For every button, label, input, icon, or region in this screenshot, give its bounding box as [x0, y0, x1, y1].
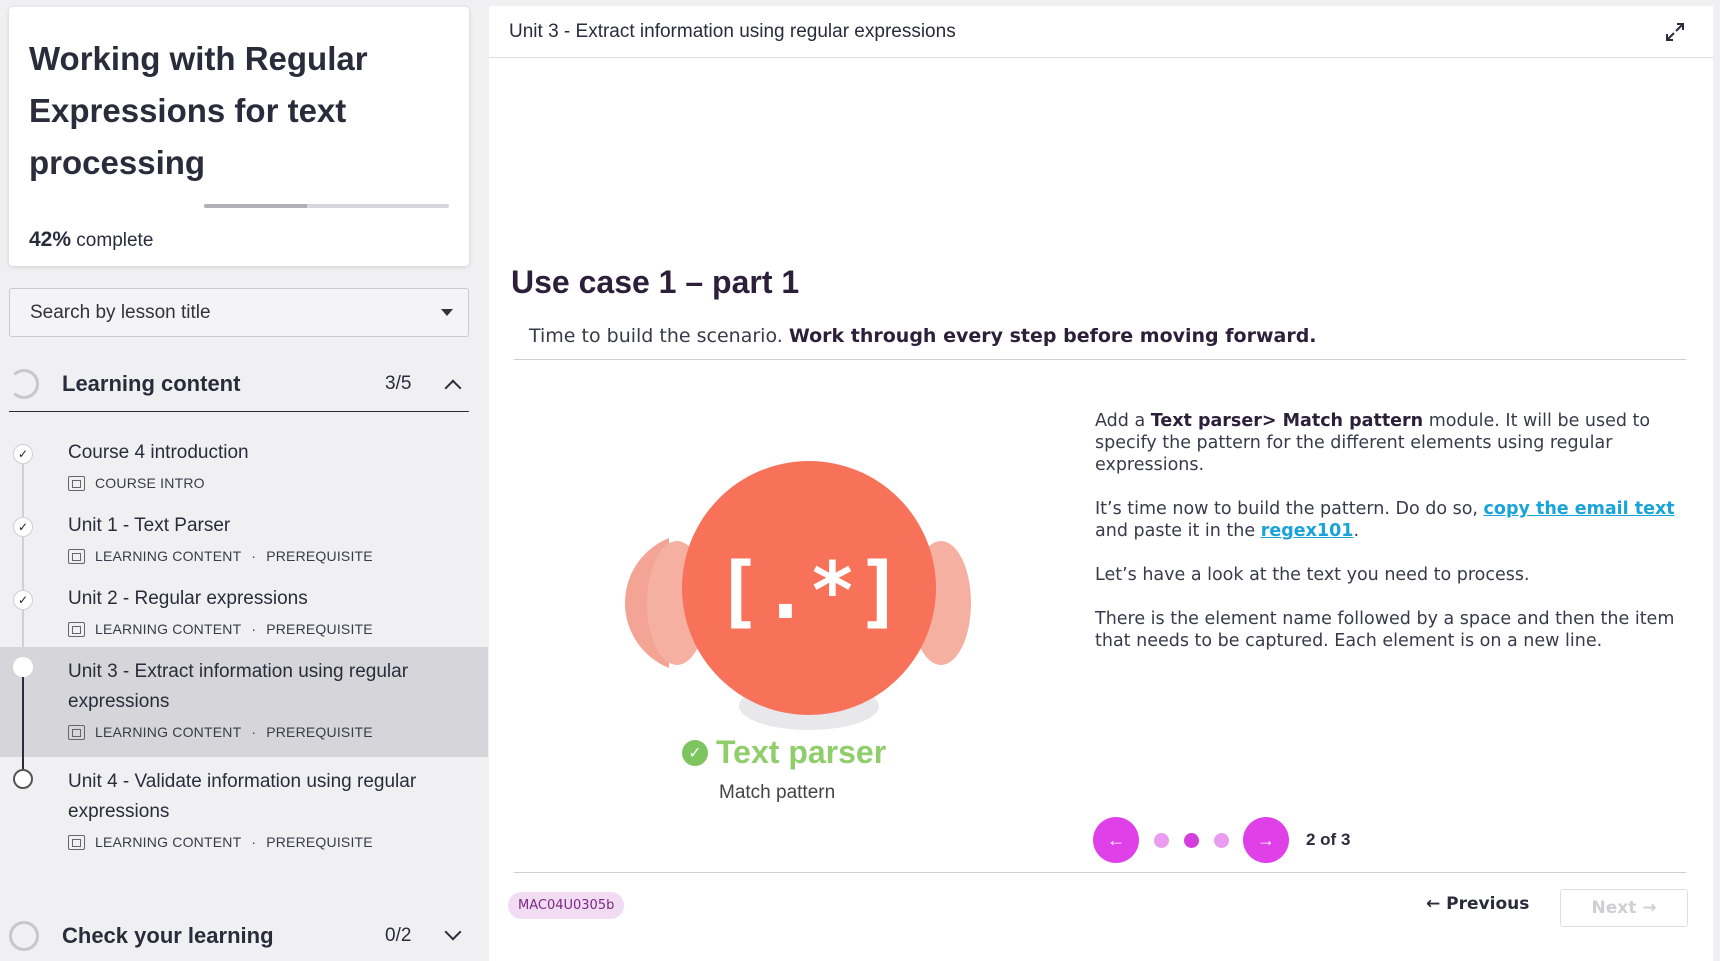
- document-icon: [68, 475, 85, 491]
- meta-separator: ·: [251, 548, 257, 564]
- lesson-connector: [22, 757, 24, 769]
- course-progress-fill: [204, 204, 307, 208]
- lesson-content-panel: Unit 3 - Extract information using regul…: [489, 6, 1713, 961]
- check-icon: ✓: [13, 590, 33, 610]
- slide-pager: ← → 2 of 3: [1093, 816, 1350, 864]
- chevron-up-icon[interactable]: [444, 379, 462, 397]
- course-title: Working with Regular Expressions for tex…: [29, 40, 368, 181]
- slides-icon: [68, 834, 85, 850]
- check-icon: ✓: [13, 517, 33, 537]
- lesson-type: LEARNING CONTENT: [95, 834, 242, 850]
- lesson-item-unit-3[interactable]: Unit 3 - Extract information using regul…: [0, 647, 488, 757]
- illustration-glyph: [.*]: [715, 547, 903, 637]
- lesson-title: Unit 1 - Text Parser: [68, 515, 231, 536]
- lesson-prereq: PREREQUISITE: [266, 834, 373, 850]
- slide-dot[interactable]: [1214, 832, 1229, 848]
- unit-header: Unit 3 - Extract information using regul…: [489, 6, 1713, 58]
- empty-circle-icon: [13, 769, 33, 789]
- lesson-meta: LEARNING CONTENT · PREREQUISITE: [68, 621, 373, 637]
- lesson-item-unit-1[interactable]: ✓ Unit 1 - Text Parser LEARNING CONTENT …: [0, 495, 488, 575]
- slide-dot[interactable]: [1154, 832, 1169, 848]
- unit-title: Unit 3 - Extract information using regul…: [509, 20, 956, 42]
- course-card: Working with Regular Expressions for tex…: [9, 7, 469, 266]
- lesson-body: Add a Text parser> Match pattern module.…: [1095, 410, 1695, 674]
- divider: [514, 872, 1686, 873]
- paragraph-3: Let’s have a look at the text you need t…: [1095, 565, 1530, 585]
- slides-icon: [68, 724, 85, 740]
- section-count: 3/5: [385, 372, 412, 394]
- check-icon: ✓: [13, 444, 33, 464]
- lesson-search-dropdown[interactable]: Search by lesson title: [9, 288, 469, 337]
- lesson-prereq: PREREQUISITE: [266, 621, 373, 637]
- lesson-connector: [22, 667, 24, 757]
- intro-text: Time to build the scenario. Work through…: [529, 325, 1317, 347]
- lesson-meta: LEARNING CONTENT · PREREQUISITE: [68, 724, 373, 740]
- page-title: Use case 1 – part 1: [511, 264, 800, 300]
- section-progress-ring-icon: [9, 921, 39, 951]
- lesson-item-course-intro[interactable]: ✓ Course 4 introduction COURSE INTRO: [0, 422, 488, 495]
- course-progress-bar: [204, 204, 449, 208]
- lesson-prereq: PREREQUISITE: [266, 548, 373, 564]
- section-progress-ring-icon: [9, 368, 39, 399]
- slide-dot[interactable]: [1184, 832, 1199, 848]
- paragraph-2: It’s time now to build the pattern. Do d…: [1095, 499, 1675, 541]
- module-subtitle: Match pattern: [719, 782, 836, 803]
- previous-label: Previous: [1446, 894, 1530, 914]
- paragraph-4: There is the element name followed by a …: [1095, 609, 1675, 651]
- course-progress-text: 42% complete: [29, 228, 153, 252]
- lesson-title: Unit 3 - Extract information using regul…: [68, 661, 409, 712]
- meta-separator: ·: [251, 621, 257, 637]
- slides-icon: [68, 621, 85, 637]
- meta-separator: ·: [251, 834, 257, 850]
- lesson-type: LEARNING CONTENT: [95, 548, 242, 564]
- next-button[interactable]: Next →: [1560, 889, 1688, 927]
- check-circle-icon: ✓: [682, 739, 708, 766]
- lesson-title: Course 4 introduction: [68, 442, 249, 463]
- next-slide-button[interactable]: →: [1243, 817, 1289, 863]
- slides-icon: [68, 548, 85, 564]
- slide-dots: [1139, 832, 1229, 848]
- current-lesson-dot-icon: [13, 657, 33, 677]
- lesson-title: Unit 4 - Validate information using regu…: [68, 771, 417, 822]
- section-label: Learning content: [62, 370, 241, 396]
- lesson-list: ✓ Course 4 introduction COURSE INTRO ✓ U…: [0, 422, 488, 867]
- prev-slide-button[interactable]: ←: [1093, 817, 1139, 863]
- slide-counter: 2 of 3: [1306, 830, 1351, 849]
- intro-bold: Work through every step before moving fo…: [788, 325, 1317, 347]
- lesson-connector: [22, 575, 24, 647]
- text-parser-caption: ✓ Text parser: [682, 734, 886, 771]
- course-sidebar: Working with Regular Expressions for tex…: [0, 0, 488, 961]
- lesson-meta: COURSE INTRO: [68, 475, 205, 491]
- lesson-type: LEARNING CONTENT: [95, 621, 242, 637]
- module-name: Text parser: [716, 734, 887, 770]
- chevron-down-icon[interactable]: [444, 923, 462, 941]
- content-code-badge: MAC04U0305b: [508, 892, 625, 919]
- meta-separator: ·: [251, 724, 257, 740]
- lesson-prereq: PREREQUISITE: [266, 724, 373, 740]
- paragraph-1: Add a Text parser> Match pattern module.…: [1095, 411, 1651, 475]
- section-label: Check your learning: [62, 923, 274, 948]
- previous-button[interactable]: ← Previous: [1426, 894, 1529, 914]
- section-count: 0/2: [385, 925, 412, 946]
- section-check-your-learning[interactable]: Check your learning 0/2: [9, 908, 469, 961]
- lesson-meta: LEARNING CONTENT · PREREQUISITE: [68, 834, 373, 850]
- lesson-type: LEARNING CONTENT: [95, 724, 242, 740]
- intro-plain: Time to build the scenario.: [529, 325, 789, 347]
- caret-down-icon: [441, 309, 453, 316]
- regex101-link[interactable]: regex101: [1261, 521, 1354, 541]
- lesson-meta: LEARNING CONTENT · PREREQUISITE: [68, 548, 373, 564]
- next-label: Next: [1591, 898, 1637, 918]
- lesson-item-unit-4[interactable]: Unit 4 - Validate information using regu…: [0, 757, 488, 867]
- copy-email-link[interactable]: copy the email text: [1484, 499, 1675, 519]
- lesson-item-unit-2[interactable]: ✓ Unit 2 - Regular expressions LEARNING …: [0, 575, 488, 647]
- progress-percent: 42%: [29, 228, 72, 251]
- section-learning-content[interactable]: Learning content 3/5: [9, 356, 469, 412]
- expand-icon[interactable]: [1663, 20, 1687, 44]
- progress-suffix: complete: [71, 230, 154, 251]
- lesson-type: COURSE INTRO: [95, 475, 205, 491]
- divider: [514, 359, 1686, 360]
- lesson-title: Unit 2 - Regular expressions: [68, 588, 308, 609]
- search-placeholder: Search by lesson title: [30, 301, 211, 323]
